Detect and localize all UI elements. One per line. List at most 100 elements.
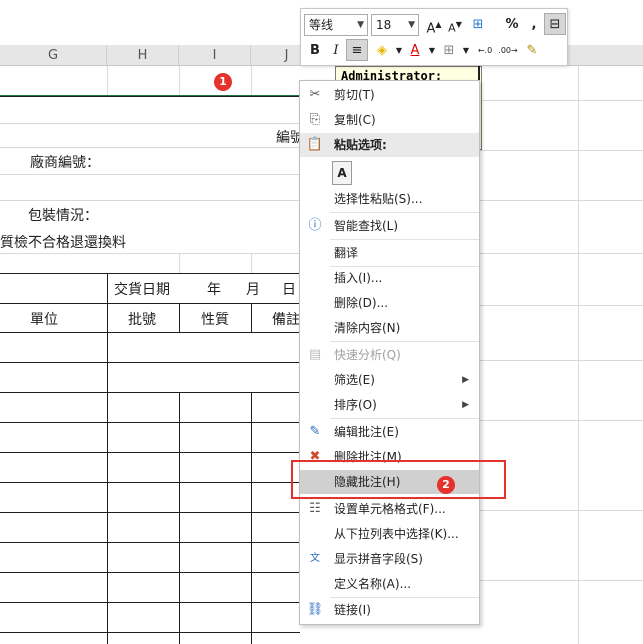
table-border (0, 512, 300, 513)
menu-item-smart-lookup[interactable]: ⓘ 智能查找(L) (300, 214, 479, 238)
percent-style-button[interactable]: % (501, 14, 523, 36)
cell-batch-number[interactable]: 批號 (128, 309, 156, 329)
table-border (0, 392, 300, 393)
table-border (251, 303, 252, 333)
smart-lookup-icon: ⓘ (308, 218, 322, 233)
menu-item-clear-contents[interactable]: 清除内容(N) (300, 316, 479, 340)
grid-line (0, 123, 300, 124)
edit-comment-icon: ✎ (309, 424, 321, 439)
bold-icon[interactable]: B (304, 40, 326, 62)
menu-separator (330, 418, 479, 419)
table-border (0, 632, 300, 633)
menu-item-define-name[interactable]: 定义名称(A)... (300, 572, 479, 596)
format-cells-icon: ☷ (309, 501, 321, 516)
grid-line (480, 580, 643, 581)
menu-item-copy[interactable]: ⎘ 复制(C) (300, 108, 479, 132)
decrease-decimal-icon[interactable]: .00→ (497, 40, 519, 62)
cell-qc-reason[interactable]: 質檢不合格退還換料 (0, 232, 126, 252)
menu-item-label: 链接(I) (334, 603, 371, 617)
mini-toolbar: 等线 ▼ 18 ▼ A▲ A▼ ⊞ % , ⊟ B I ≡ ◈ ▼ A ▼ ⊞ … (300, 8, 568, 66)
step-badge-2: 2 (437, 476, 455, 494)
cell-remarks[interactable]: 備註 (272, 309, 300, 329)
menu-separator (330, 341, 479, 342)
table-border (0, 542, 300, 543)
context-menu: ✂ 剪切(T) ⎘ 复制(C) 📋 粘贴选项: A 选择性粘贴(S)... ⓘ 智能查找… (299, 80, 480, 625)
menu-item-delete[interactable]: 删除(D)... (300, 291, 479, 315)
number-format-icon[interactable]: ⊞ (467, 14, 489, 36)
menu-item-edit-comment[interactable]: ✎ 编辑批注(E) (300, 420, 479, 444)
table-border (0, 96, 300, 97)
menu-item-insert[interactable]: 插入(I)... (300, 266, 479, 290)
cell-year[interactable]: 年 (207, 279, 221, 299)
cell-packaging[interactable]: 包裝情況： (28, 205, 98, 225)
phonetic-icon: 文 (310, 553, 320, 564)
paste-option-icon[interactable]: A (332, 161, 352, 185)
menu-item-label: 筛选(E) (334, 373, 375, 387)
grid-line (0, 253, 300, 254)
table-border (0, 273, 300, 274)
menu-item-show-phonetic[interactable]: 文 显示拼音字段(S) (300, 547, 479, 571)
menu-item-label: 显示拼音字段(S) (334, 552, 423, 566)
menu-item-label: 删除(D)... (334, 296, 389, 310)
increase-decimal-icon[interactable]: ←.0 (474, 40, 496, 62)
menu-item-label: 排序(O) (334, 398, 377, 412)
menu-item-label: 选择性粘贴(S)... (334, 192, 423, 206)
menu-item-translate[interactable]: 翻译 (300, 241, 479, 265)
menu-item-format-cells[interactable]: ☷ 设置单元格格式(F)... (300, 497, 479, 521)
comma-style-button[interactable]: , (523, 14, 545, 36)
table-border (179, 392, 180, 644)
scissors-icon: ✂ (309, 87, 321, 102)
step-badge-1: 1 (214, 73, 232, 91)
table-border (0, 362, 300, 363)
font-size-select[interactable]: 18 ▼ (371, 14, 419, 36)
decrease-font-icon[interactable]: A▼ (444, 14, 466, 36)
menu-item-label: 设置单元格格式(F)... (334, 502, 446, 516)
menu-item-label: 翻译 (334, 246, 359, 260)
copy-icon: ⎘ (309, 112, 321, 127)
grid-line (0, 174, 300, 175)
menu-item-link[interactable]: ⛓ 链接(I) (300, 598, 479, 622)
menu-item-paste-special[interactable]: 选择性粘贴(S)... (300, 187, 479, 211)
cell-unit[interactable]: 單位 (30, 309, 58, 329)
menu-item-sort[interactable]: 排序(O) ▶ (300, 393, 479, 417)
menu-item-quick-analysis[interactable]: ▤ 快速分析(Q) (300, 343, 479, 367)
menu-item-label: 清除内容(N) (334, 321, 401, 335)
merge-center-icon[interactable]: ⊟ (544, 13, 566, 35)
increase-font-icon[interactable]: A▲ (423, 14, 445, 36)
format-painter-icon[interactable]: ✎ (521, 40, 543, 62)
grid-line (480, 200, 643, 201)
column-header-g[interactable]: G (0, 45, 107, 66)
font-name-select[interactable]: 等线 ▼ (304, 14, 368, 36)
menu-item-label: 编辑批注(E) (334, 425, 399, 439)
menu-separator (330, 212, 479, 213)
table-border (0, 303, 300, 304)
menu-item-label: 定义名称(A)... (334, 577, 412, 591)
grid-line (480, 150, 643, 151)
cell-vendor-number[interactable]: 廠商編號： (30, 152, 100, 172)
cell-delivery-date[interactable]: 交貨日期 (114, 279, 170, 299)
grid-line (251, 66, 252, 96)
column-header-h[interactable]: H (107, 45, 179, 66)
table-border (0, 602, 300, 603)
grid-line (0, 200, 300, 201)
grid-line (179, 66, 180, 96)
cell-nature[interactable]: 性質 (201, 309, 229, 329)
align-center-icon[interactable]: ≡ (346, 39, 368, 61)
menu-item-cut[interactable]: ✂ 剪切(T) (300, 83, 479, 107)
grid-line (480, 253, 643, 254)
column-header-i[interactable]: I (179, 45, 251, 66)
cell-day[interactable]: 日 (282, 279, 296, 299)
font-name-value: 等线 (309, 18, 334, 32)
paste-icon: 📋 (306, 137, 324, 152)
grid-line (107, 66, 108, 96)
cell-month[interactable]: 月 (246, 279, 260, 299)
grid-line (251, 253, 252, 273)
italic-icon[interactable]: I (325, 40, 347, 62)
menu-item-pick-from-list[interactable]: 从下拉列表中选择(K)... (300, 522, 479, 546)
quick-analysis-icon: ▤ (308, 347, 322, 362)
menu-item-label: 快速分析(Q) (334, 348, 401, 362)
link-icon: ⛓ (306, 602, 324, 617)
submenu-arrow-icon: ▶ (462, 375, 469, 385)
menu-item-label: 从下拉列表中选择(K)... (334, 527, 459, 541)
menu-item-filter[interactable]: 筛选(E) ▶ (300, 368, 479, 392)
